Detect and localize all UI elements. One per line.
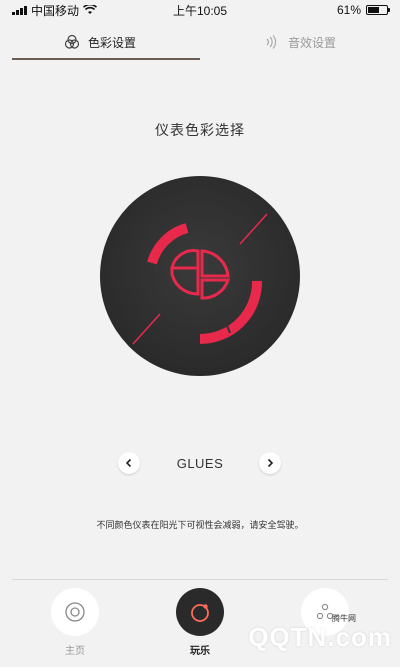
status-left: 中国移动: [12, 2, 98, 19]
status-right: 61%: [336, 3, 390, 17]
next-theme-button[interactable]: [259, 452, 281, 474]
nav-play-label: 玩乐: [190, 646, 210, 657]
ring-dot-icon: [191, 604, 209, 622]
watermark-large-text: QQTN.com: [248, 621, 392, 652]
chevron-right-icon: [267, 458, 274, 468]
previous-theme-button[interactable]: [118, 452, 140, 474]
wifi-icon: [83, 5, 98, 14]
gauge-svg: [100, 176, 300, 376]
nav-play[interactable]: 玩乐: [170, 588, 230, 657]
tab-sound-settings[interactable]: 音效设置: [200, 24, 400, 60]
nav-home[interactable]: 主页: [45, 588, 105, 657]
gauge-dial: [100, 176, 300, 376]
status-bar: 中国移动 上午10:05 61%: [0, 0, 400, 20]
watermark: 腾牛网 QQTN.com: [222, 613, 392, 661]
signal-icon: [12, 5, 27, 15]
visibility-warning: 不同颜色仪表在阳光下可视性会减弱，请安全驾驶。: [96, 521, 304, 531]
settings-tabs: 色彩设置 音效设置: [0, 24, 400, 60]
theme-name: GLUES: [176, 455, 224, 471]
bottom-divider: [12, 579, 388, 580]
chevron-left-icon: [125, 458, 132, 468]
tab-sound-label: 音效设置: [287, 35, 336, 50]
tab-color-settings[interactable]: 色彩设置: [0, 24, 200, 60]
bottom-nav: 主页 玩乐 腾牛网 QQTN.com: [0, 588, 400, 667]
battery-percent: 61%: [336, 3, 361, 17]
theme-selector: GLUES: [0, 448, 400, 478]
battery-icon: [366, 5, 390, 15]
page-title: 仪表色彩选择: [155, 123, 245, 139]
nav-home-label: 主页: [65, 646, 85, 657]
nav-home-button[interactable]: [51, 588, 99, 636]
target-icon: [65, 602, 85, 622]
tab-color-label: 色彩设置: [87, 35, 136, 50]
active-tab-indicator: [12, 58, 200, 60]
sound-wave-icon: [266, 35, 277, 49]
nav-play-button[interactable]: [176, 588, 224, 636]
watermark-small-text: 腾牛网: [332, 614, 356, 623]
color-circles-icon: [64, 34, 80, 49]
gauge-preview: [100, 176, 300, 376]
carrier-name: 中国移动: [31, 3, 80, 18]
